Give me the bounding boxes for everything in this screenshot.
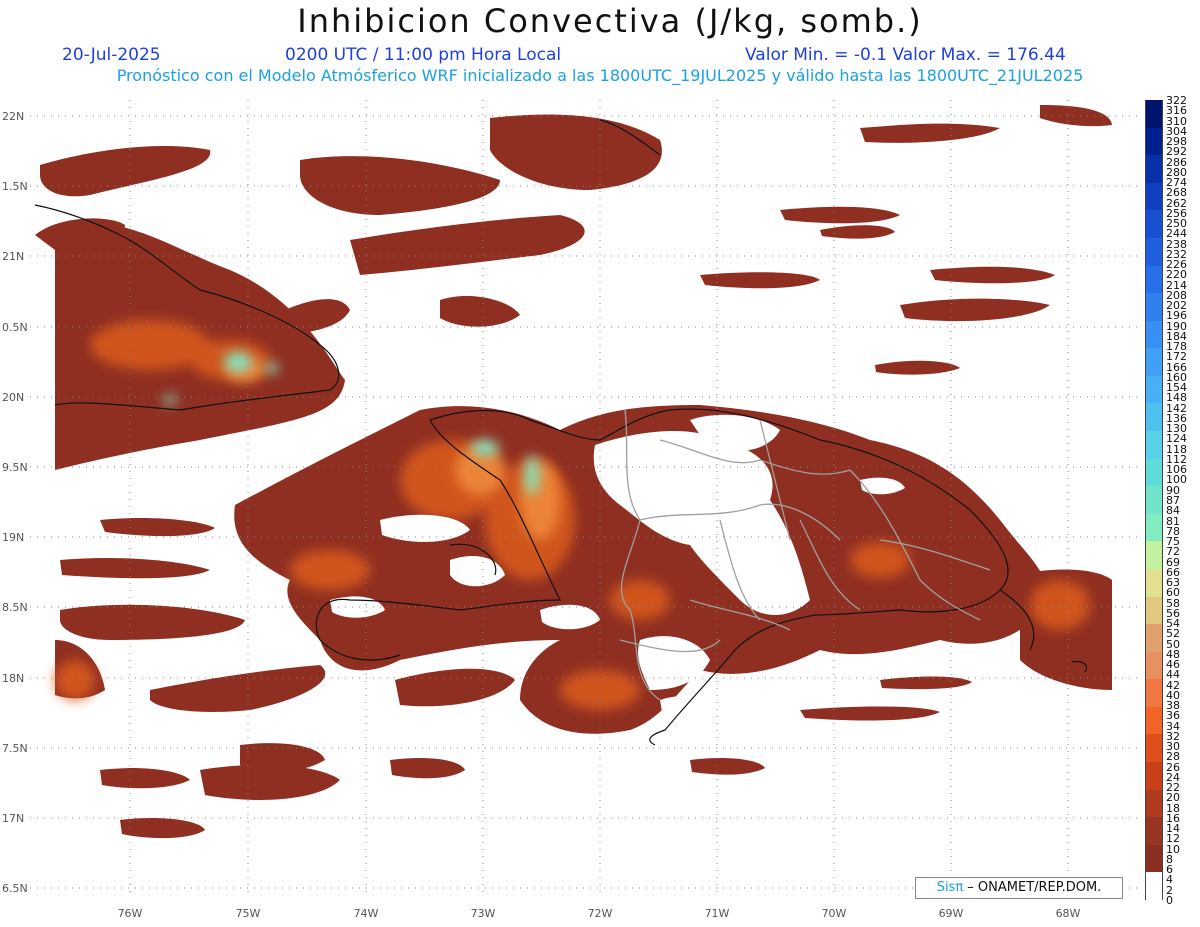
lat-label: 8.5N (2, 601, 28, 614)
legend-swatch (1145, 734, 1163, 763)
lon-label: 72W (587, 907, 613, 920)
legend-swatch (1145, 100, 1163, 129)
lat-label: 22N (2, 110, 25, 123)
legend-swatch (1145, 651, 1163, 680)
cin-shading (35, 105, 1112, 839)
lat-label: 19N (2, 531, 25, 544)
lon-label: 71W (704, 907, 730, 920)
legend-swatch (1145, 568, 1163, 598)
lon-label: 73W (470, 907, 496, 920)
legend-swatch (1145, 403, 1163, 432)
lat-label: 9.5N (2, 461, 28, 474)
legend-swatch (1145, 127, 1163, 156)
lat-label: 0.5N (2, 321, 28, 334)
legend-swatch (1145, 431, 1163, 460)
lat-label: 17N (2, 812, 25, 825)
lat-label: 21N (2, 250, 25, 263)
legend-swatch (1145, 679, 1163, 708)
lon-label: 74W (353, 907, 379, 920)
cin-map (30, 100, 1138, 897)
legend-swatch (1145, 293, 1163, 322)
credit-text: – ONAMET/REP.DOM. (963, 880, 1102, 895)
legend-swatch (1145, 458, 1163, 487)
lon-label: 69W (938, 907, 964, 920)
legend-swatch (1145, 872, 1163, 901)
legend-swatch (1145, 375, 1163, 404)
legend-swatch (1145, 541, 1163, 570)
lat-label: 20N (2, 391, 25, 404)
legend-swatch (1145, 706, 1163, 735)
legend-swatch (1145, 210, 1163, 239)
sis-logo-text: Sisπ (936, 880, 964, 895)
legend-swatch (1145, 844, 1163, 873)
color-legend (1145, 100, 1163, 901)
legend-label: 0 (1166, 894, 1173, 907)
legend-swatch (1145, 817, 1163, 846)
legend-swatch (1145, 596, 1163, 625)
lat-label: 18N (2, 672, 25, 685)
lat-label: 6.5N (2, 882, 28, 895)
legend-swatch (1145, 513, 1163, 542)
lon-label: 75W (235, 907, 261, 920)
legend-swatch (1145, 789, 1163, 818)
legend-swatch (1145, 320, 1163, 349)
lon-label: 76W (117, 907, 143, 920)
legend-swatch (1145, 237, 1163, 266)
lat-label: 1.5N (2, 180, 28, 193)
legend-swatch (1145, 182, 1163, 211)
legend-swatch (1145, 486, 1163, 515)
credit-box: Sisπ – ONAMET/REP.DOM. (915, 877, 1123, 899)
lon-label: 70W (821, 907, 847, 920)
lon-label: 68W (1055, 907, 1081, 920)
legend-swatch (1145, 762, 1163, 791)
lat-label: 7.5N (2, 742, 28, 755)
legend-swatch (1145, 348, 1163, 377)
legend-swatch (1145, 265, 1163, 294)
legend-swatch (1145, 624, 1163, 653)
legend-swatch (1145, 155, 1163, 184)
